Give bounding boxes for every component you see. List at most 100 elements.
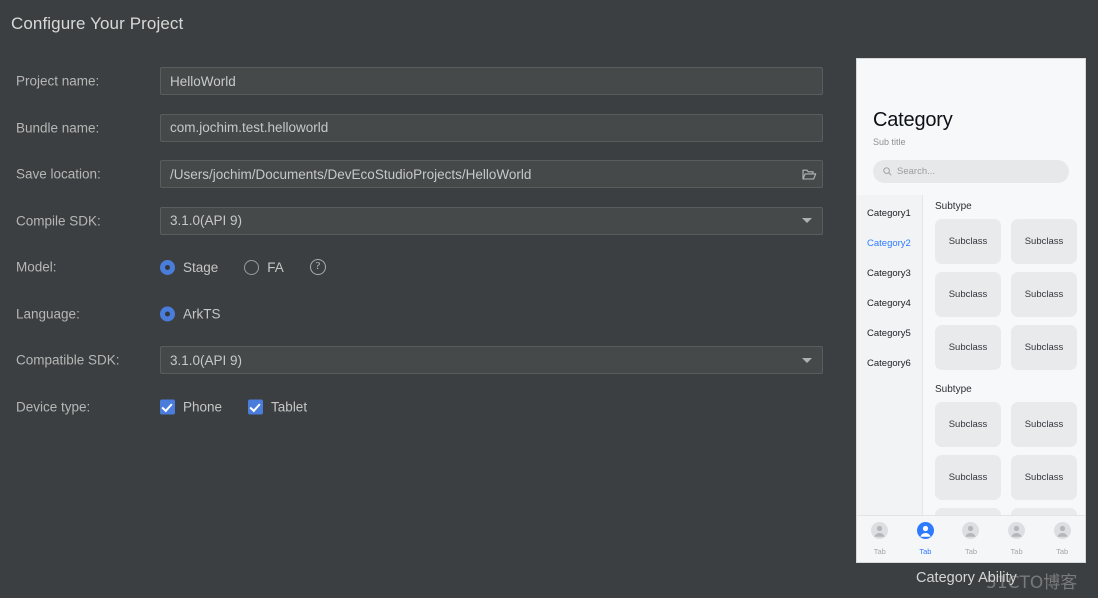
save-location-input[interactable]: /Users/jochim/Documents/DevEcoStudioProj… <box>160 160 823 189</box>
preview-subclass-grid: Subclass Subclass Subclass Subclass Subc… <box>935 402 1077 515</box>
person-icon <box>962 522 980 544</box>
label-project-name: Project name: <box>16 73 100 89</box>
label-model: Model: <box>16 259 57 275</box>
preview-tab-label: Tab <box>1010 547 1023 556</box>
compatible-sdk-dropdown-button[interactable] <box>796 347 822 373</box>
preview-title: Category <box>873 109 953 131</box>
compile-sdk-dropdown-button[interactable] <box>796 208 822 234</box>
compatible-sdk-dropdown[interactable]: 3.1.0(API 9) <box>160 346 823 375</box>
radio-option-fa[interactable]: FA <box>244 259 284 275</box>
project-name-value: HelloWorld <box>170 73 236 89</box>
person-icon <box>1053 522 1071 544</box>
preview-subtype-content: Subtype Subclass Subclass Subclass Subcl… <box>923 195 1085 515</box>
preview-body: Category1 Category2 Category3 Category4 … <box>857 195 1085 515</box>
template-caption: Category Ability <box>916 570 1017 586</box>
preview-category-item-4[interactable]: Category4 <box>857 288 922 318</box>
preview-subclass-card[interactable]: Subclass <box>1011 402 1077 447</box>
preview-subclass-grid: Subclass Subclass Subclass Subclass Subc… <box>935 219 1077 370</box>
label-save-location: Save location: <box>16 166 101 182</box>
checkbox-checked-icon <box>160 399 175 415</box>
preview-subclass-card[interactable]: Subclass <box>1011 325 1077 370</box>
question-mark-icon[interactable]: ? <box>309 259 326 276</box>
preview-subclass-card[interactable]: Subclass <box>935 272 1001 317</box>
preview-category-item-6[interactable]: Category6 <box>857 348 922 378</box>
person-icon <box>871 522 889 544</box>
preview-subclass-card[interactable]: Subclass <box>935 219 1001 264</box>
form-row-compile-sdk: Compile SDK: 3.1.0(API 9) <box>0 198 840 245</box>
project-name-input[interactable]: HelloWorld <box>160 67 823 96</box>
preview-tab-label: Tab <box>873 547 886 556</box>
preview-subtitle: Sub title <box>873 137 906 147</box>
page-title: Configure Your Project <box>11 14 184 33</box>
radio-selected-icon <box>160 259 175 275</box>
radio-selected-icon <box>160 306 175 322</box>
folder-open-icon <box>801 168 817 181</box>
chevron-down-icon <box>802 357 812 363</box>
checkbox-label-phone: Phone <box>183 399 223 415</box>
preview-tab-2[interactable]: Tab <box>903 522 949 556</box>
save-location-value: /Users/jochim/Documents/DevEcoStudioProj… <box>170 166 532 182</box>
label-compatible-sdk: Compatible SDK: <box>16 352 120 368</box>
preview-subclass-card[interactable]: Subclass <box>1011 272 1077 317</box>
preview-subclass-card[interactable]: Subclass <box>1011 455 1077 500</box>
template-preview-panel: Category Sub title Search... Category1 C… <box>856 58 1086 563</box>
preview-subtype-heading: Subtype <box>935 384 972 395</box>
save-location-browse-button[interactable] <box>796 161 822 187</box>
preview-tab-3[interactable]: Tab <box>948 522 994 556</box>
preview-tab-4[interactable]: Tab <box>994 522 1040 556</box>
compile-sdk-value: 3.1.0(API 9) <box>170 213 243 229</box>
radio-label-stage: Stage <box>183 259 219 275</box>
preview-category-item-5[interactable]: Category5 <box>857 318 922 348</box>
preview-tab-5[interactable]: Tab <box>1039 522 1085 556</box>
radio-unselected-icon <box>244 259 260 275</box>
bundle-name-input[interactable]: com.jochim.test.helloworld <box>160 113 823 142</box>
label-language: Language: <box>16 306 80 322</box>
language-radio-group: ArkTS <box>160 306 247 322</box>
checkbox-option-phone[interactable]: Phone <box>160 399 223 415</box>
checkbox-checked-icon <box>248 399 264 415</box>
preview-subclass-card[interactable]: Subclass <box>1011 508 1077 515</box>
preview-subclass-card[interactable]: Subclass <box>935 508 1001 515</box>
preview-category-list: Category1 Category2 Category3 Category4 … <box>857 195 923 515</box>
bundle-name-value: com.jochim.test.helloworld <box>170 120 329 136</box>
compatible-sdk-value: 3.1.0(API 9) <box>170 352 243 368</box>
preview-category-item-1[interactable]: Category1 <box>857 198 922 228</box>
form-row-device-type: Device type: Phone Tablet <box>0 384 840 431</box>
radio-label-fa: FA <box>267 259 284 275</box>
label-device-type: Device type: <box>16 399 91 415</box>
preview-category-item-3[interactable]: Category3 <box>857 258 922 288</box>
radio-option-stage[interactable]: Stage <box>160 259 219 275</box>
preview-subclass-card[interactable]: Subclass <box>935 455 1001 500</box>
label-compile-sdk: Compile SDK: <box>16 213 101 229</box>
form-row-project-name: Project name: HelloWorld <box>0 58 840 105</box>
person-icon <box>1008 522 1026 544</box>
model-radio-group: Stage FA ? <box>160 259 326 276</box>
compile-sdk-dropdown[interactable]: 3.1.0(API 9) <box>160 206 823 235</box>
preview-search-placeholder: Search... <box>897 166 936 177</box>
checkbox-option-tablet[interactable]: Tablet <box>248 399 308 415</box>
chevron-down-icon <box>802 218 812 224</box>
radio-option-arkts[interactable]: ArkTS <box>160 306 221 322</box>
preview-tab-label: Tab <box>964 547 978 556</box>
preview-subclass-card[interactable]: Subclass <box>1011 219 1077 264</box>
form-row-bundle-name: Bundle name: com.jochim.test.helloworld <box>0 105 840 152</box>
form-row-compatible-sdk: Compatible SDK: 3.1.0(API 9) <box>0 337 840 384</box>
form-row-model: Model: Stage FA ? <box>0 244 840 291</box>
checkbox-label-tablet: Tablet <box>271 399 308 415</box>
preview-category-item-2[interactable]: Category2 <box>857 228 922 258</box>
preview-tab-1[interactable]: Tab <box>857 522 903 556</box>
preview-subtype-heading: Subtype <box>935 201 972 212</box>
preview-tab-label: Tab <box>919 547 932 556</box>
preview-subclass-card[interactable]: Subclass <box>935 402 1001 447</box>
radio-label-arkts: ArkTS <box>183 306 221 322</box>
project-config-form: Project name: HelloWorld Bundle name: co… <box>0 58 840 430</box>
device-type-checkbox-group: Phone Tablet <box>160 399 333 415</box>
preview-tab-label: Tab <box>1056 547 1069 556</box>
form-row-language: Language: ArkTS <box>0 291 840 338</box>
preview-subclass-card[interactable]: Subclass <box>935 325 1001 370</box>
preview-header: Category Sub title <box>857 59 1085 147</box>
preview-search-input[interactable]: Search... <box>873 160 1069 183</box>
person-icon <box>916 522 934 544</box>
label-bundle-name: Bundle name: <box>16 120 100 136</box>
search-icon <box>883 163 892 181</box>
